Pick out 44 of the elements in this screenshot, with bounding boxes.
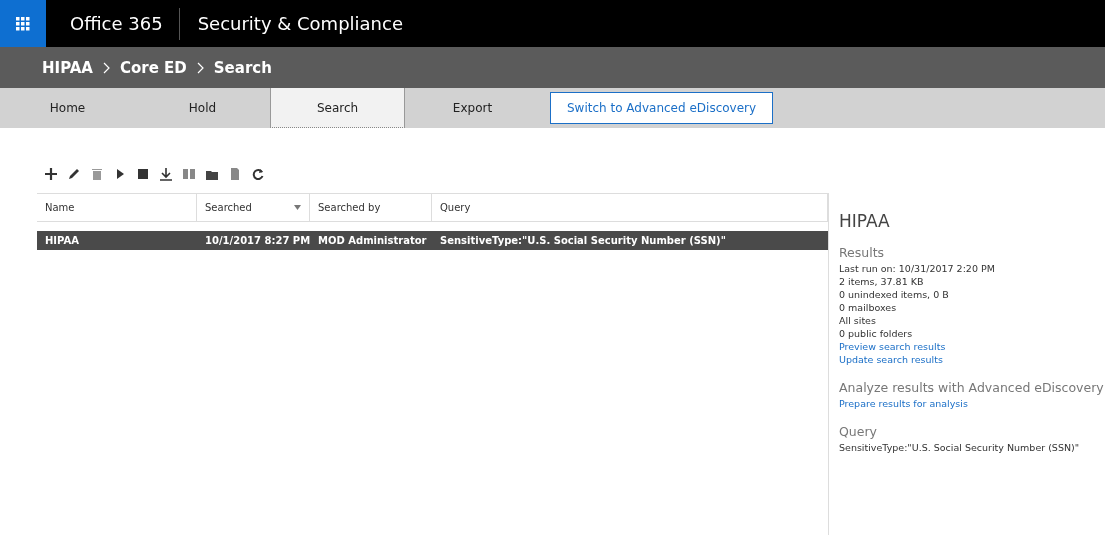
switch-button[interactable]: Switch to Advanced eDiscovery <box>550 92 774 124</box>
table-cell: MOD Administrator <box>310 231 432 250</box>
detail-text: 2 items, 37.81 KB <box>839 275 925 288</box>
detail-text: 0 unindexed items, 0 B <box>839 288 950 301</box>
column-header[interactable]: Searched <box>197 193 310 222</box>
chevron-icon <box>196 61 204 74</box>
tab[interactable]: Home <box>0 88 135 128</box>
column-header[interactable]: Name <box>37 193 197 222</box>
section-heading: Query <box>839 424 878 439</box>
tab[interactable]: Hold <box>135 88 270 128</box>
download-icon[interactable] <box>159 167 173 181</box>
breadcrumb-item[interactable]: Core ED <box>120 58 187 77</box>
refresh-icon[interactable] <box>251 167 265 181</box>
link[interactable]: Prepare results for analysis <box>839 397 1105 410</box>
page-title: Security & Compliance <box>196 13 403 34</box>
column-header[interactable]: Searched by <box>310 193 432 222</box>
detail-text: Last run on: 10/31/2017 2:20 PM <box>839 262 996 275</box>
details-title: HIPAA <box>839 211 891 231</box>
detail-text: SensitiveType:"U.S. Social Security Number (SSN)" <box>839 441 1081 454</box>
column-header[interactable]: Query <box>432 193 828 222</box>
table-cell: HIPAA <box>37 231 197 250</box>
breadcrumb-item[interactable]: HIPAA <box>42 58 93 77</box>
tab[interactable]: Export <box>405 88 540 128</box>
app-launcher-icon[interactable] <box>16 16 30 31</box>
table-cell: 10/1/2017 8:27 PM <box>197 231 310 250</box>
link[interactable]: Update search results <box>839 353 1105 366</box>
stop-icon[interactable] <box>136 167 150 181</box>
report-icon[interactable] <box>182 167 196 181</box>
section-heading: Results <box>839 245 886 260</box>
add-icon[interactable] <box>44 167 58 181</box>
sort-caret-icon[interactable] <box>294 205 301 210</box>
app-name: Office 365 <box>46 7 180 40</box>
detail-text: 0 mailboxes <box>839 301 898 314</box>
document-icon[interactable] <box>228 167 242 181</box>
breadcrumb-item[interactable]: Search <box>213 58 272 77</box>
trash-icon[interactable] <box>90 167 104 181</box>
chevron-icon <box>103 61 110 74</box>
detail-text: 0 public folders <box>839 327 914 340</box>
section-heading: Analyze results with Advanced eDiscovery <box>839 380 1105 395</box>
detail-text: All sites <box>839 314 877 327</box>
tab[interactable]: Search <box>270 88 405 128</box>
link[interactable]: Preview search results <box>839 340 1105 353</box>
table-cell: SensitiveType:"U.S. Social Security Number (SSN)" <box>432 231 828 250</box>
pencil-icon[interactable] <box>67 167 81 181</box>
